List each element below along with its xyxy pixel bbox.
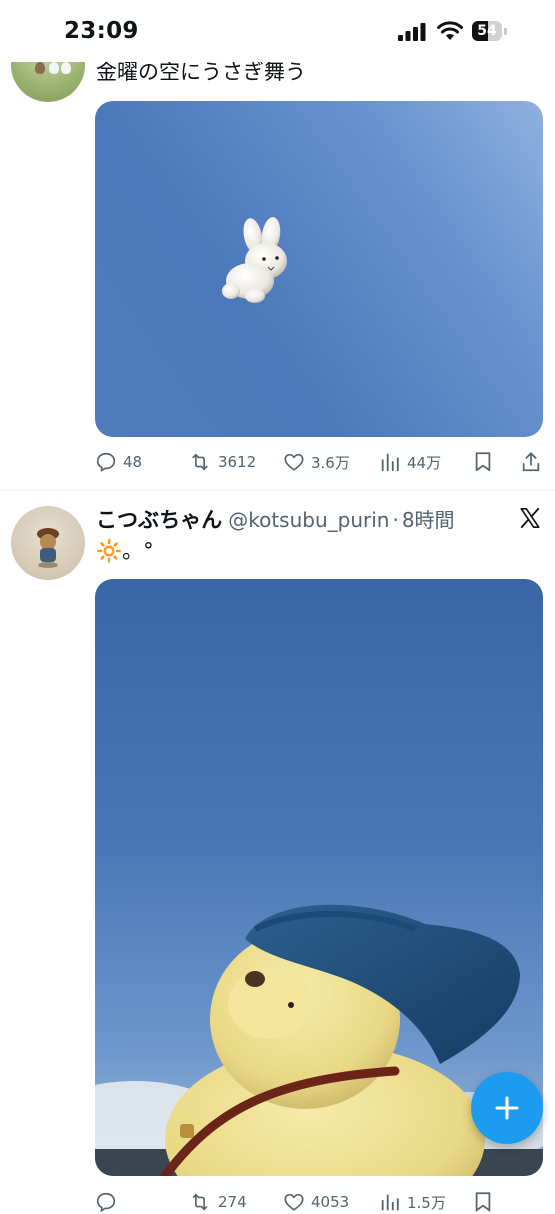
compose-tweet-button[interactable] — [471, 1072, 543, 1144]
tweet2-photo[interactable] — [95, 579, 543, 1176]
heart-icon — [284, 1193, 304, 1211]
status-time: 23:09 — [64, 18, 139, 44]
tweet2-bookmark-button[interactable] — [473, 1190, 493, 1214]
views-chart-icon — [381, 1194, 399, 1211]
tweet2-like-button[interactable]: 4053 — [283, 1190, 349, 1214]
tweet2-timestamp[interactable]: 8時間 — [402, 504, 455, 533]
tweet1-retweet-button[interactable]: 3612 — [188, 450, 256, 474]
tweet2-handle[interactable]: @kotsubu_purin — [228, 508, 389, 532]
bookmark-icon — [475, 452, 491, 472]
avatar-bear-figure — [37, 528, 59, 568]
views-chart-icon — [381, 453, 399, 472]
reply-icon — [96, 452, 116, 472]
tweet1-actions: 48 3612 3.6万 44万 — [95, 450, 543, 474]
tweet-divider — [0, 490, 555, 491]
tweet2-text: 🔆。° — [96, 539, 154, 563]
cellular-signal-icon — [398, 23, 426, 41]
x-logo-icon[interactable] — [519, 507, 541, 529]
reply-icon — [96, 1192, 116, 1213]
retweet-icon — [192, 453, 208, 471]
share-icon — [522, 452, 540, 472]
wifi-icon — [437, 21, 463, 40]
tweet1-views-button[interactable]: 44万 — [379, 450, 441, 474]
tweet2-views-button[interactable]: 1.5万 — [379, 1190, 446, 1214]
tweet2-view-count: 1.5万 — [407, 1193, 446, 1212]
tweet2-header: こつぶちゃん @kotsubu_purin · 8時間 — [96, 504, 455, 534]
tweet1-share-button[interactable] — [520, 450, 542, 474]
tweet2-avatar[interactable] — [11, 506, 85, 580]
tweet1-view-count: 44万 — [407, 453, 442, 472]
tweet2-actions: 274 4053 1.5万 — [95, 1190, 543, 1214]
plus-icon — [495, 1096, 519, 1120]
tweet2-retweet-count: 274 — [218, 1193, 247, 1211]
battery-indicator: 54 — [472, 21, 510, 43]
tweet2-reply-button[interactable] — [95, 1190, 117, 1214]
tweet2-retweet-button[interactable]: 274 — [188, 1190, 247, 1214]
status-bar: 23:09 54 — [0, 0, 555, 62]
teddy-bear-photo — [95, 904, 543, 1176]
tweet1-reply-button[interactable]: 48 — [95, 450, 142, 474]
bookmark-icon — [475, 1192, 491, 1212]
bunny-figure — [222, 217, 287, 303]
retweet-icon — [192, 1193, 208, 1211]
tweet1-like-count: 3.6万 — [311, 453, 350, 472]
tweet1-text: 金曜の空にうさぎ舞う — [96, 60, 306, 84]
tweet2-like-count: 4053 — [311, 1193, 350, 1211]
heart-icon — [284, 453, 304, 471]
tweet1-reply-count: 48 — [123, 453, 143, 471]
tweet2-separator: · — [392, 508, 399, 532]
tweet1-bookmark-button[interactable] — [473, 450, 493, 474]
tweet1-photo[interactable] — [95, 101, 543, 437]
tweet2-display-name[interactable]: こつぶちゃん — [96, 504, 222, 534]
battery-percent: 54 — [477, 23, 497, 39]
tweet1-retweet-count: 3612 — [218, 453, 257, 471]
tweet1-like-button[interactable]: 3.6万 — [283, 450, 350, 474]
